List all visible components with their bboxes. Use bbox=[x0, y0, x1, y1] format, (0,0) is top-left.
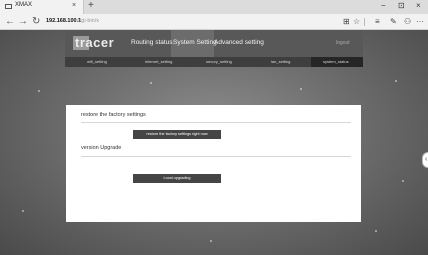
side-scroll-handle[interactable]: ‹ bbox=[422, 152, 428, 168]
background-sparkle bbox=[375, 230, 377, 232]
submenu-lan-setting[interactable]: lan_setting bbox=[271, 59, 290, 64]
browser-tab[interactable]: XMAX × bbox=[0, 0, 84, 14]
browser-nav-bar: ← → ↻ 192.168.100.1 /cgi-bin/x ⊞ ☆ ≡ ✎ ⚇… bbox=[0, 14, 428, 30]
background-sparkle bbox=[150, 82, 152, 84]
submenu-secury-setting[interactable]: secury_setting bbox=[206, 59, 232, 64]
refresh-icon[interactable]: ↻ bbox=[32, 16, 40, 27]
section-divider bbox=[81, 156, 351, 157]
page-viewport: tracer Routing status System Setting Adv… bbox=[0, 30, 428, 255]
forward-icon[interactable]: → bbox=[18, 16, 28, 27]
share-icon[interactable]: ⚇ bbox=[404, 17, 411, 26]
factory-reset-title: restore the factory settings bbox=[81, 112, 146, 118]
web-note-icon[interactable]: ✎ bbox=[390, 17, 397, 26]
page-icon bbox=[5, 4, 12, 9]
favorite-icon[interactable]: ☆ bbox=[353, 17, 360, 26]
background-sparkle bbox=[210, 240, 212, 242]
background-sparkle bbox=[402, 180, 404, 182]
submenu-internet-setting[interactable]: internet_setting bbox=[145, 59, 172, 64]
tab-title: XMAX bbox=[15, 2, 33, 8]
router-header: tracer Routing status System Setting Adv… bbox=[65, 30, 363, 57]
background-sparkle bbox=[38, 90, 40, 92]
local-upgrade-button[interactable]: Local upgrading bbox=[133, 174, 221, 183]
browser-tab-bar: XMAX × + − ⊡ × bbox=[0, 0, 428, 14]
menu-advanced-setting[interactable]: Advanced setting bbox=[214, 39, 264, 46]
submenu-wifi-setting[interactable]: wifi_setting bbox=[87, 59, 107, 64]
section-divider bbox=[81, 122, 351, 123]
menu-routing-status[interactable]: Routing status bbox=[131, 39, 173, 46]
background-sparkle bbox=[395, 80, 397, 82]
close-window-icon[interactable]: × bbox=[416, 1, 421, 10]
background-sparkle bbox=[300, 88, 302, 90]
hub-icon[interactable]: ≡ bbox=[375, 17, 380, 26]
maximize-icon[interactable]: ⊡ bbox=[398, 1, 405, 10]
brand-logo: tracer bbox=[75, 35, 115, 50]
toolbar-divider bbox=[364, 18, 365, 26]
tab-close-icon[interactable]: × bbox=[72, 2, 76, 9]
chevron-left-icon: ‹ bbox=[425, 156, 428, 163]
new-tab-icon[interactable]: + bbox=[88, 0, 94, 11]
back-icon[interactable]: ← bbox=[5, 16, 15, 27]
submenu-system-status[interactable]: system_status bbox=[323, 59, 349, 64]
settings-panel: restore the factory settings restore the… bbox=[66, 105, 361, 222]
factory-reset-button[interactable]: restore the factory settings right now bbox=[133, 130, 221, 139]
address-host: 192.168.100.1 bbox=[46, 18, 82, 24]
logout-link[interactable]: logout bbox=[336, 40, 350, 46]
sub-navigation: wifi_setting internet_setting secury_set… bbox=[65, 57, 363, 67]
more-icon[interactable]: ··· bbox=[416, 17, 424, 26]
version-upgrade-title: version Upgrade bbox=[81, 145, 122, 151]
background-sparkle bbox=[22, 210, 24, 212]
address-path: /cgi-bin/x bbox=[77, 18, 100, 24]
reading-view-icon[interactable]: ⊞ bbox=[343, 17, 350, 26]
address-bar[interactable]: 192.168.100.1 /cgi-bin/x bbox=[44, 17, 374, 27]
menu-system-setting[interactable]: System Setting bbox=[173, 39, 217, 46]
minimize-icon[interactable]: − bbox=[381, 1, 386, 10]
